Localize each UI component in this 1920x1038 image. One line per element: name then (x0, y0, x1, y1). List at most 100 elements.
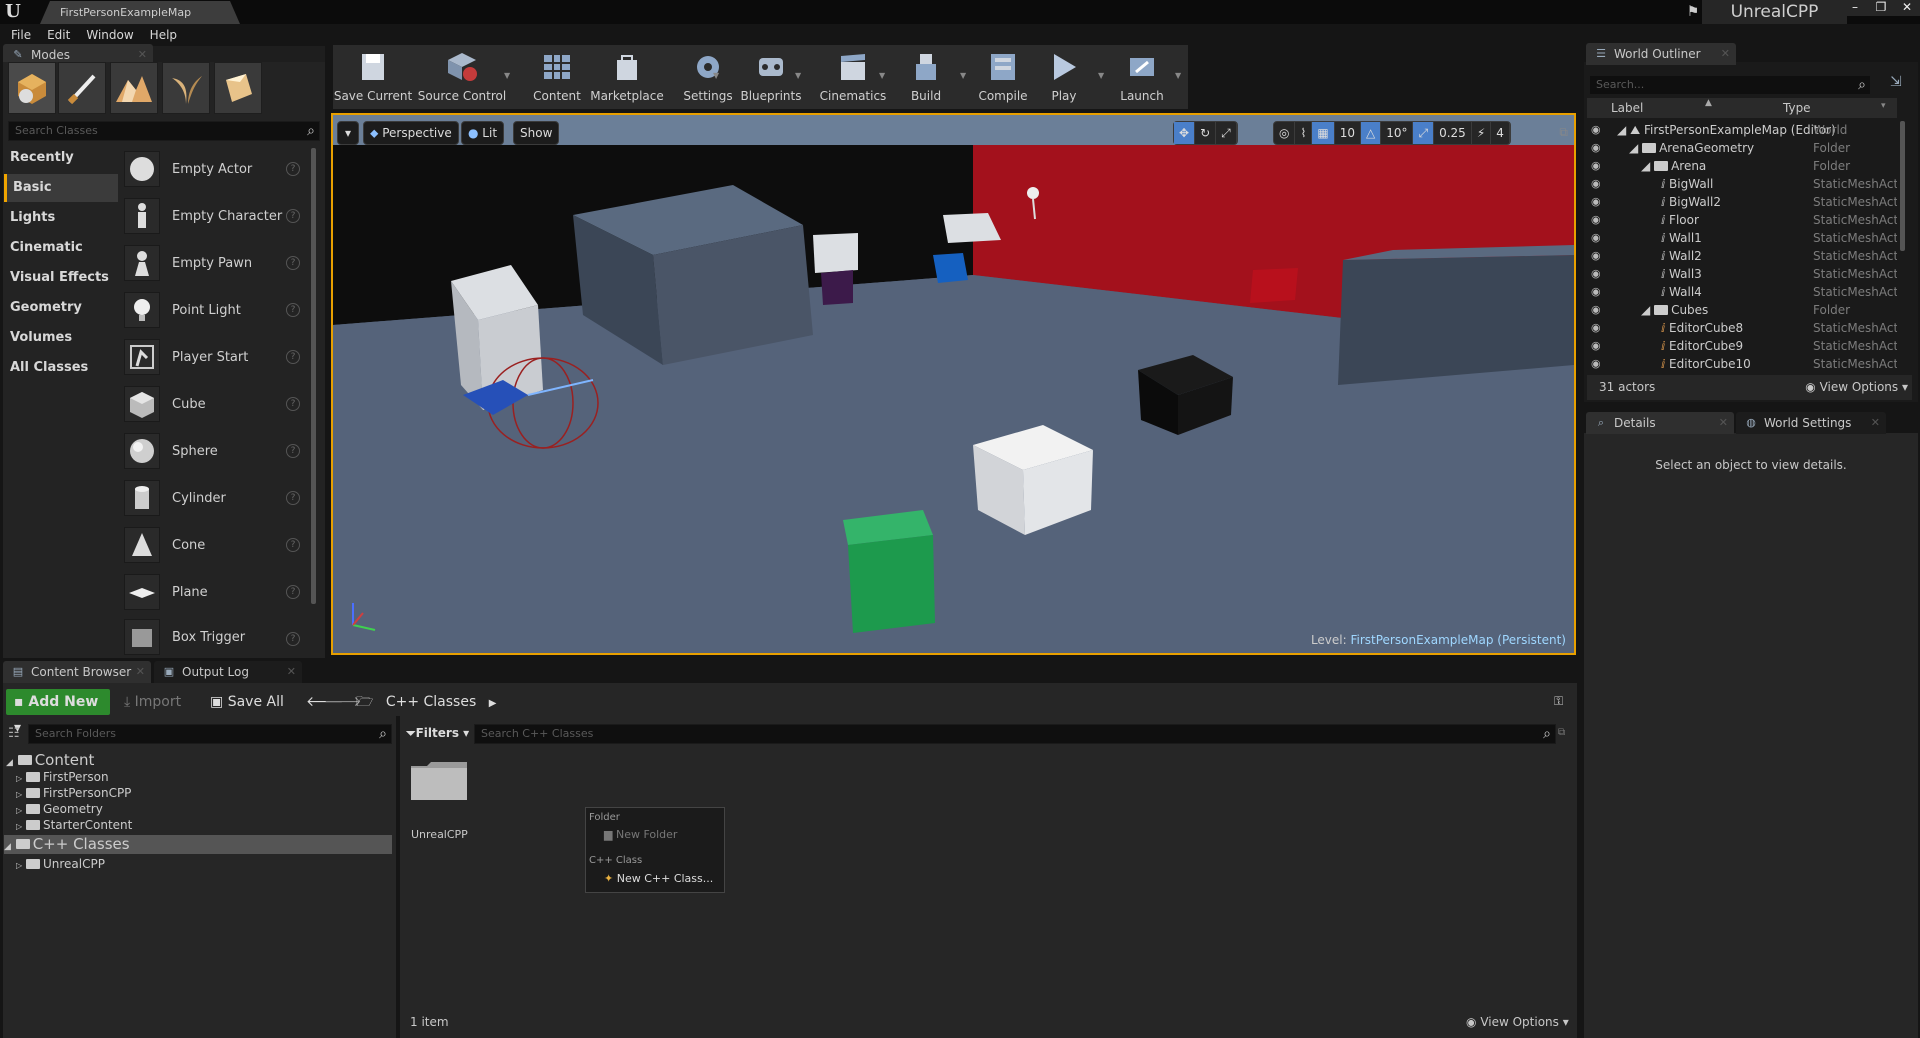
place-item-cone[interactable]: Cone ? (124, 523, 304, 567)
surface-snap-icon[interactable]: ⌇ (1295, 122, 1313, 144)
expand-arrow-icon[interactable]: ◢ (1617, 123, 1626, 137)
lock-icon[interactable]: ⚿ (1554, 694, 1563, 709)
camera-speed-value[interactable]: 4 (1491, 122, 1510, 144)
tree-item-cpp-classes[interactable]: ◢ C++ Classes (4, 835, 392, 854)
save-current-button[interactable]: Save Current (333, 45, 413, 109)
visibility-eye-icon[interactable]: ◉ (1591, 177, 1605, 191)
outliner-row[interactable]: ◉ ◢ ArenaGeometry Folder (1587, 139, 1897, 157)
maximize-viewport-icon[interactable]: ⧉ (1559, 125, 1568, 140)
outliner-row[interactable]: ◉ ⅈ BigWall2 StaticMeshActor (1587, 193, 1897, 211)
tree-item-startercontent[interactable]: ▷ StarterContent (16, 817, 132, 833)
mode-place-button[interactable] (8, 62, 56, 114)
tab-output-log[interactable]: ▣ Output Log ✕ (154, 661, 302, 683)
place-item-empty-actor[interactable]: Empty Actor ? (124, 147, 304, 191)
tab-world-settings[interactable]: ◍ World Settings ✕ (1736, 412, 1886, 434)
folder-search-input[interactable]: Search Folders ⌕ (28, 724, 392, 744)
translate-tool-icon[interactable]: ✥ (1174, 122, 1196, 144)
save-all-button[interactable]: ▣ Save All (210, 689, 284, 715)
chevron-down-icon[interactable]: ▼ (1175, 71, 1181, 80)
build-button[interactable]: Build (897, 45, 955, 109)
tree-item-unrealcpp[interactable]: ▷ UnrealCPP (16, 856, 105, 872)
help-icon[interactable]: ? (286, 632, 300, 646)
maximize-button[interactable]: ❐ (1868, 0, 1894, 16)
pin-icon[interactable]: ⇲ (1890, 74, 1902, 90)
tab-details[interactable]: ⌕ Details ✕ (1586, 412, 1734, 434)
expand-arrow-icon[interactable]: ◢ (4, 842, 11, 852)
outliner-search-input[interactable]: Search... ⌕ (1589, 75, 1871, 95)
visibility-eye-icon[interactable]: ◉ (1591, 321, 1605, 335)
help-icon[interactable]: ? (286, 162, 300, 176)
outliner-row[interactable]: ◉ ◢ Cubes Folder (1587, 301, 1897, 319)
outliner-row[interactable]: ◉ ⅈ Wall3 StaticMeshActor (1587, 265, 1897, 283)
category-lights[interactable]: Lights (4, 204, 118, 232)
tab-content-browser[interactable]: ▤ Content Browser ✕ (3, 661, 151, 683)
show-button[interactable]: Show (513, 121, 560, 145)
asset-view-options-icon[interactable]: ⧉ (1558, 727, 1565, 738)
visibility-eye-icon[interactable]: ◉ (1591, 141, 1605, 155)
menu-window[interactable]: Window (78, 24, 141, 46)
menu-edit[interactable]: Edit (39, 24, 78, 46)
help-icon[interactable]: ? (286, 585, 300, 599)
new-cpp-class-menu-item[interactable]: ✦ New C++ Class... (604, 872, 713, 885)
category-geometry[interactable]: Geometry (4, 294, 118, 322)
place-item-cube[interactable]: Cube ? (124, 382, 304, 426)
visibility-eye-icon[interactable]: ◉ (1591, 285, 1605, 299)
visibility-eye-icon[interactable]: ◉ (1591, 213, 1605, 227)
collapse-arrow-icon[interactable]: ▷ (16, 822, 22, 831)
collapse-arrow-icon[interactable]: ▷ (16, 861, 22, 870)
chevron-down-icon[interactable]: ▼ (1098, 71, 1104, 80)
help-icon[interactable]: ? (286, 209, 300, 223)
marketplace-button[interactable]: Marketplace (585, 45, 669, 109)
collapse-arrow-icon[interactable]: ▷ (16, 774, 22, 783)
grid-snap-icon[interactable]: ▦ (1312, 122, 1335, 144)
close-icon[interactable]: ✕ (287, 661, 296, 683)
sources-divider[interactable] (396, 716, 400, 1038)
place-item-empty-character[interactable]: Empty Character ? (124, 194, 304, 238)
asset-view-options-button[interactable]: ◉ View Options ▾ (1466, 1015, 1569, 1029)
chevron-down-icon[interactable]: ▼ (879, 71, 885, 80)
help-icon[interactable]: ? (286, 538, 300, 552)
mode-foliage-button[interactable] (162, 62, 210, 114)
place-item-point-light[interactable]: Point Light ? (124, 288, 304, 332)
category-all-classes[interactable]: All Classes (4, 354, 118, 382)
place-item-cylinder[interactable]: Cylinder ? (124, 476, 304, 520)
help-icon[interactable]: ? (286, 444, 300, 458)
category-volumes[interactable]: Volumes (4, 324, 118, 352)
visibility-eye-icon[interactable]: ◉ (1591, 123, 1605, 137)
collapse-arrow-icon[interactable]: ▷ (16, 790, 22, 799)
outliner-row[interactable]: ◉ ◢ ⛰ FirstPersonExampleMap (Editor) Wor… (1587, 121, 1897, 139)
outliner-row[interactable]: ◉ ◢ Arena Folder (1587, 157, 1897, 175)
chevron-down-icon[interactable]: ▼ (713, 71, 719, 80)
close-icon[interactable]: ✕ (1871, 412, 1880, 434)
category-visual-effects[interactable]: Visual Effects (4, 264, 118, 292)
asset-tile-unrealcpp[interactable]: UnrealCPP (406, 752, 472, 842)
chevron-down-icon[interactable]: ▼ (795, 71, 801, 80)
close-icon[interactable]: ✕ (1721, 43, 1730, 65)
outliner-row[interactable]: ◉ ⅈ BigWall StaticMeshActor (1587, 175, 1897, 193)
outliner-row[interactable]: ◉ ⅈ Wall2 StaticMeshActor (1587, 247, 1897, 265)
chevron-down-icon[interactable]: ▼ (960, 71, 966, 80)
expand-arrow-icon[interactable]: ◢ (1641, 303, 1650, 317)
source-control-button[interactable]: Source Control (415, 45, 509, 109)
camera-speed-icon[interactable]: ⚡ (1472, 122, 1492, 144)
column-options-icon[interactable]: ▾ (1881, 101, 1886, 111)
class-search-input[interactable]: Search Classes ⌕ (8, 121, 320, 141)
asset-search-input[interactable]: Search C++ Classes ⌕ (474, 724, 1556, 744)
content-button[interactable]: Content (522, 45, 592, 109)
help-icon[interactable]: ? (286, 397, 300, 411)
document-tab[interactable]: FirstPersonExampleMap (40, 1, 240, 24)
world-local-icon[interactable]: ◎ (1274, 122, 1296, 144)
expand-arrow-icon[interactable]: ◢ (1629, 141, 1638, 155)
category-cinematic[interactable]: Cinematic (4, 234, 118, 262)
grid-snap-value[interactable]: 10 (1335, 122, 1361, 144)
filters-button[interactable]: ⏷Filters ▾ (406, 721, 469, 745)
visibility-eye-icon[interactable]: ◉ (1591, 303, 1605, 317)
minimize-button[interactable]: – (1842, 0, 1868, 16)
place-item-box-trigger[interactable]: Box Trigger ? (124, 617, 304, 657)
expand-arrow-icon[interactable]: ◢ (1641, 159, 1650, 173)
category-recently-placed[interactable]: Recently Placed (4, 144, 118, 193)
visibility-eye-icon[interactable]: ◉ (1591, 195, 1605, 209)
scale-snap-icon[interactable]: ⤢ (1413, 122, 1435, 144)
chevron-right-icon[interactable]: ▶ (489, 698, 497, 709)
lit-button[interactable]: ● Lit (461, 121, 505, 145)
